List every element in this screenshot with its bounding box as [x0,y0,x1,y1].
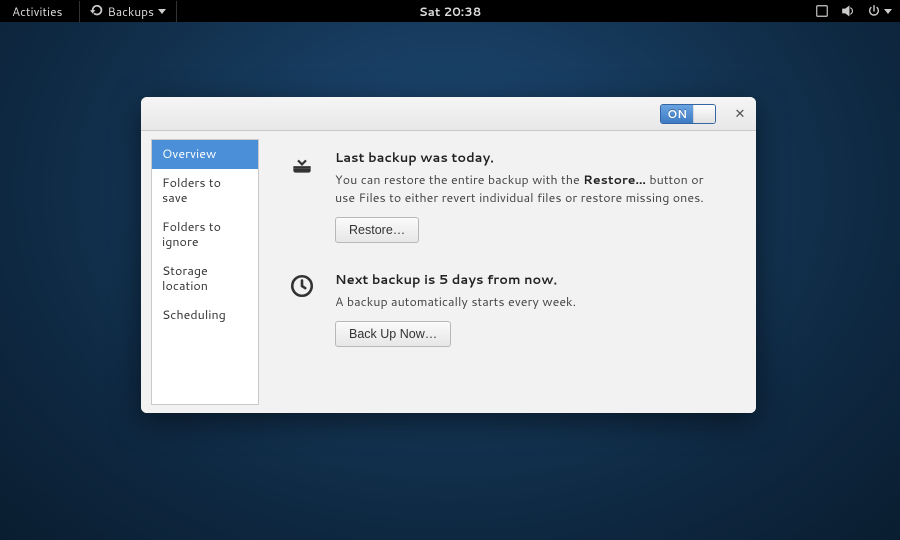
activities-button[interactable]: Activities [8,1,67,22]
backup-now-button[interactable]: Back Up Now… [335,321,451,347]
overview-panel: Last backup was today. You can restore t… [259,139,748,405]
chevron-down-icon [884,9,892,14]
titlebar[interactable]: ON ✕ [141,97,756,131]
accessibility-icon [815,4,829,18]
app-menu-label: Backups [108,3,155,20]
restore-button[interactable]: Restore… [335,217,419,243]
sidebar-item-storage-location[interactable]: Storage location [152,257,258,301]
close-icon: ✕ [735,105,746,123]
volume-menu[interactable] [841,4,855,18]
last-backup-heading: Last backup was today. [335,149,726,167]
chevron-down-icon [158,9,166,14]
sidebar-item-folders-to-save[interactable]: Folders to save [152,169,258,213]
close-button[interactable]: ✕ [730,104,750,124]
sidebar-item-overview[interactable]: Overview [152,140,258,169]
toggle-knob [693,105,715,123]
next-backup-section: Next backup is 5 days from now. A backup… [289,271,726,347]
toggle-on-label: ON [661,105,693,123]
power-icon [867,4,881,18]
download-icon [289,149,317,243]
sidebar: Overview Folders to save Folders to igno… [151,139,259,405]
next-backup-heading: Next backup is 5 days from now. [335,271,726,289]
clock[interactable]: Sat 20:38 [419,3,482,20]
a11y-menu[interactable] [815,4,829,18]
auto-backup-toggle[interactable]: ON [660,104,716,124]
last-backup-desc: You can restore the entire backup with t… [335,171,726,207]
app-menu[interactable]: Backups [79,1,178,22]
sidebar-item-folders-to-ignore[interactable]: Folders to ignore [152,213,258,257]
power-menu[interactable] [867,4,892,18]
system-tray [815,4,892,18]
backup-icon [90,4,104,18]
backups-window: ON ✕ Overview Folders to save Folders to… [141,97,756,413]
sidebar-item-scheduling[interactable]: Scheduling [152,301,258,330]
next-backup-desc: A backup automatically starts every week… [335,293,726,311]
last-backup-section: Last backup was today. You can restore t… [289,149,726,243]
top-bar: Activities Backups Sat 20:38 [0,0,900,22]
window-body: Overview Folders to save Folders to igno… [141,131,756,413]
volume-icon [841,4,855,18]
clock-icon [289,271,317,347]
